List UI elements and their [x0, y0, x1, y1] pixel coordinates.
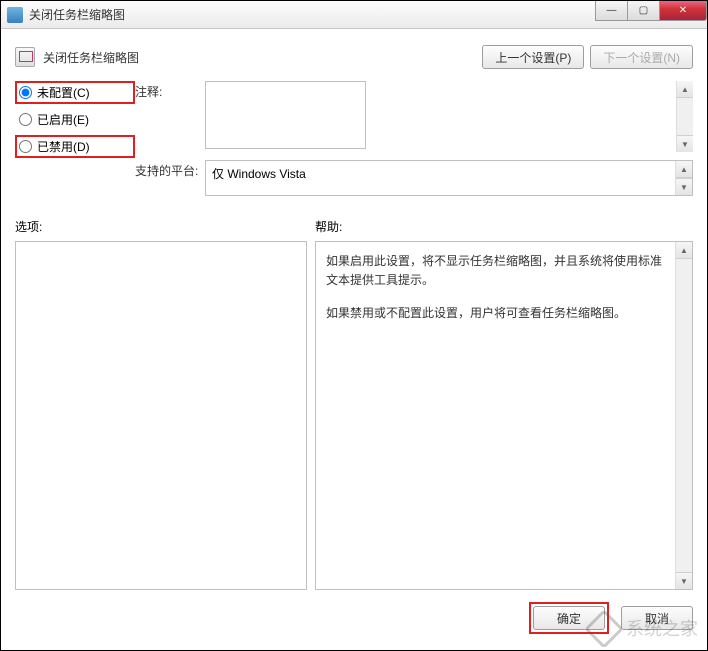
radio-enabled-input[interactable] [19, 113, 32, 126]
platform-row: 支持的平台: 仅 Windows Vista ▲ ▼ [135, 160, 693, 196]
header-row: 关闭任务栏缩略图 上一个设置(P) 下一个设置(N) [15, 39, 693, 81]
help-text-2: 如果禁用或不配置此设置，用户将可查看任务栏缩略图。 [326, 304, 670, 323]
page-title: 关闭任务栏缩略图 [43, 49, 476, 66]
app-icon [7, 7, 23, 23]
scrollbar[interactable]: ▲ ▼ [676, 81, 693, 152]
scrollbar[interactable]: ▲ ▼ [675, 242, 692, 589]
radio-group: 未配置(C) 已启用(E) 已禁用(D) [15, 81, 135, 196]
help-label: 帮助: [315, 218, 693, 235]
minimize-button[interactable]: — [595, 1, 627, 21]
window-title: 关闭任务栏缩略图 [29, 6, 125, 23]
titlebar: 关闭任务栏缩略图 — ▢ ✕ [1, 1, 707, 29]
scroll-up-icon[interactable]: ▲ [676, 242, 692, 259]
panels-row: 如果启用此设置，将不显示任务栏缩略图，并且系统将使用标准文本提供工具提示。 如果… [15, 241, 693, 590]
previous-setting-button[interactable]: 上一个设置(P) [482, 45, 584, 69]
radio-disabled-input[interactable] [19, 140, 32, 153]
content-area: 关闭任务栏缩略图 上一个设置(P) 下一个设置(N) 未配置(C) 已启用(E)… [1, 29, 707, 650]
scroll-up-icon[interactable]: ▲ [676, 161, 692, 178]
radio-not-configured-label: 未配置(C) [37, 84, 90, 101]
close-button[interactable]: ✕ [659, 1, 707, 21]
help-text-1: 如果启用此设置，将不显示任务栏缩略图，并且系统将使用标准文本提供工具提示。 [326, 252, 670, 290]
platform-box: 仅 Windows Vista ▲ ▼ [205, 160, 693, 196]
options-label: 选项: [15, 218, 315, 235]
radio-enabled[interactable]: 已启用(E) [15, 108, 135, 131]
radio-enabled-label: 已启用(E) [37, 111, 89, 128]
radio-disabled[interactable]: 已禁用(D) [15, 135, 135, 158]
cancel-button[interactable]: 取消 [621, 606, 693, 630]
scroll-down-icon[interactable]: ▼ [676, 178, 692, 195]
help-panel: 如果启用此设置，将不显示任务栏缩略图，并且系统将使用标准文本提供工具提示。 如果… [315, 241, 693, 590]
config-row: 未配置(C) 已启用(E) 已禁用(D) 注释: ▲ ▼ [15, 81, 693, 196]
platform-value: 仅 Windows Vista [212, 167, 306, 181]
radio-not-configured-input[interactable] [19, 86, 32, 99]
section-labels: 选项: 帮助: [15, 218, 693, 235]
comment-input[interactable] [205, 81, 366, 149]
platform-label: 支持的平台: [135, 160, 205, 179]
comment-label: 注释: [135, 81, 205, 100]
scroll-down-icon[interactable]: ▼ [677, 135, 693, 152]
policy-icon [15, 47, 35, 67]
scrollbar[interactable]: ▲ ▼ [675, 161, 692, 195]
next-setting-button[interactable]: 下一个设置(N) [590, 45, 693, 69]
maximize-button[interactable]: ▢ [627, 1, 659, 21]
radio-disabled-label: 已禁用(D) [37, 138, 90, 155]
comment-row: 注释: ▲ ▼ [135, 81, 693, 152]
help-content: 如果启用此设置，将不显示任务栏缩略图，并且系统将使用标准文本提供工具提示。 如果… [316, 242, 692, 348]
options-panel [15, 241, 307, 590]
scroll-up-icon[interactable]: ▲ [677, 81, 693, 98]
window-controls: — ▢ ✕ [595, 1, 707, 21]
radio-not-configured[interactable]: 未配置(C) [15, 81, 135, 104]
ok-button[interactable]: 确定 [533, 606, 605, 630]
scroll-down-icon[interactable]: ▼ [676, 572, 692, 589]
fields-column: 注释: ▲ ▼ 支持的平台: 仅 Windows Vista ▲ ▼ [135, 81, 693, 196]
footer-row: 确定 取消 系统之家 [15, 590, 693, 640]
ok-highlight: 确定 [529, 602, 609, 634]
